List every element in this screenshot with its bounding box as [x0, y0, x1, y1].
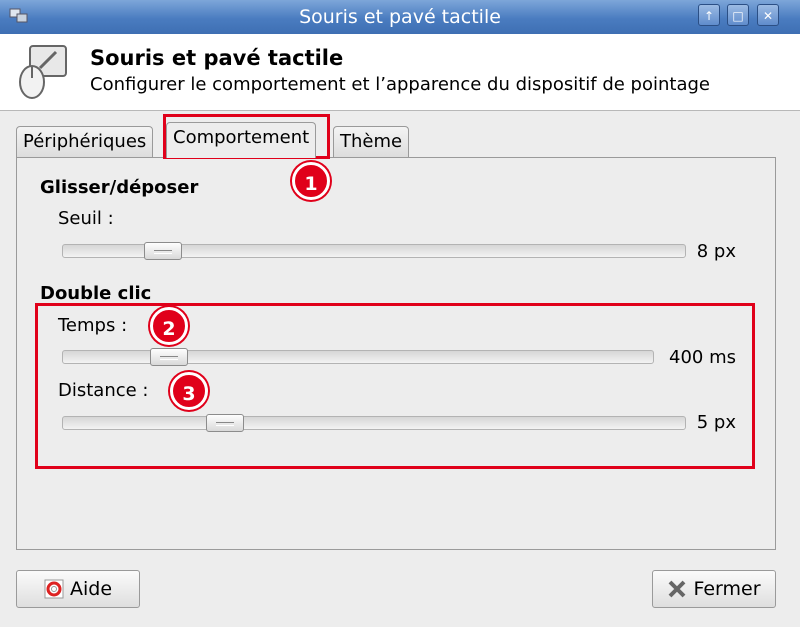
tab-peripheriques[interactable]: Périphériques: [16, 126, 154, 158]
time-slider-handle[interactable]: [150, 348, 189, 366]
threshold-slider[interactable]: [62, 242, 686, 260]
maximize-up-button[interactable]: ↑: [698, 4, 720, 26]
distance-label: Distance :: [58, 380, 149, 401]
annotation-badge-2: 2: [150, 307, 188, 345]
distance-value: 5 px: [696, 412, 736, 433]
tab-label-comportement: Comportement: [173, 127, 310, 148]
tab-label-peripheriques: Périphériques: [23, 131, 147, 152]
window-titlebar[interactable]: Souris et pavé tactile ↑ □ ✕: [0, 0, 800, 34]
time-label: Temps :: [58, 315, 128, 336]
threshold-label: Seuil :: [58, 208, 114, 229]
help-button-label: Aide: [69, 578, 113, 600]
close-window-button[interactable]: ✕: [757, 4, 779, 26]
close-button[interactable]: Fermer: [652, 570, 776, 608]
double-click-heading: Double clic: [40, 283, 152, 304]
drag-drop-heading: Glisser/déposer: [40, 177, 199, 198]
distance-slider[interactable]: [62, 414, 686, 432]
threshold-slider-handle[interactable]: [143, 242, 182, 260]
distance-slider-handle[interactable]: [205, 414, 244, 432]
annotation-badge-1: 1: [292, 162, 330, 200]
header-subtitle: Configurer le comportement et l’apparenc…: [90, 74, 710, 95]
help-lifebuoy-icon: [44, 579, 64, 599]
mouse-touchpad-icon: [19, 45, 67, 99]
restore-button[interactable]: □: [727, 4, 749, 26]
help-button[interactable]: Aide: [16, 570, 140, 608]
close-button-label: Fermer: [693, 578, 761, 600]
close-icon: [669, 580, 686, 598]
tab-label-theme: Thème: [340, 131, 403, 152]
threshold-value: 8 px: [696, 241, 736, 262]
dialog-header: Souris et pavé tactile Configurer le com…: [0, 34, 800, 111]
header-title: Souris et pavé tactile: [90, 46, 344, 70]
annotation-badge-3: 3: [170, 372, 208, 410]
window-title: Souris et pavé tactile: [299, 6, 501, 28]
time-value: 400 ms: [669, 347, 736, 368]
tab-theme[interactable]: Thème: [333, 126, 410, 158]
time-slider[interactable]: [62, 348, 654, 366]
tab-comportement[interactable]: Comportement: [166, 122, 317, 158]
